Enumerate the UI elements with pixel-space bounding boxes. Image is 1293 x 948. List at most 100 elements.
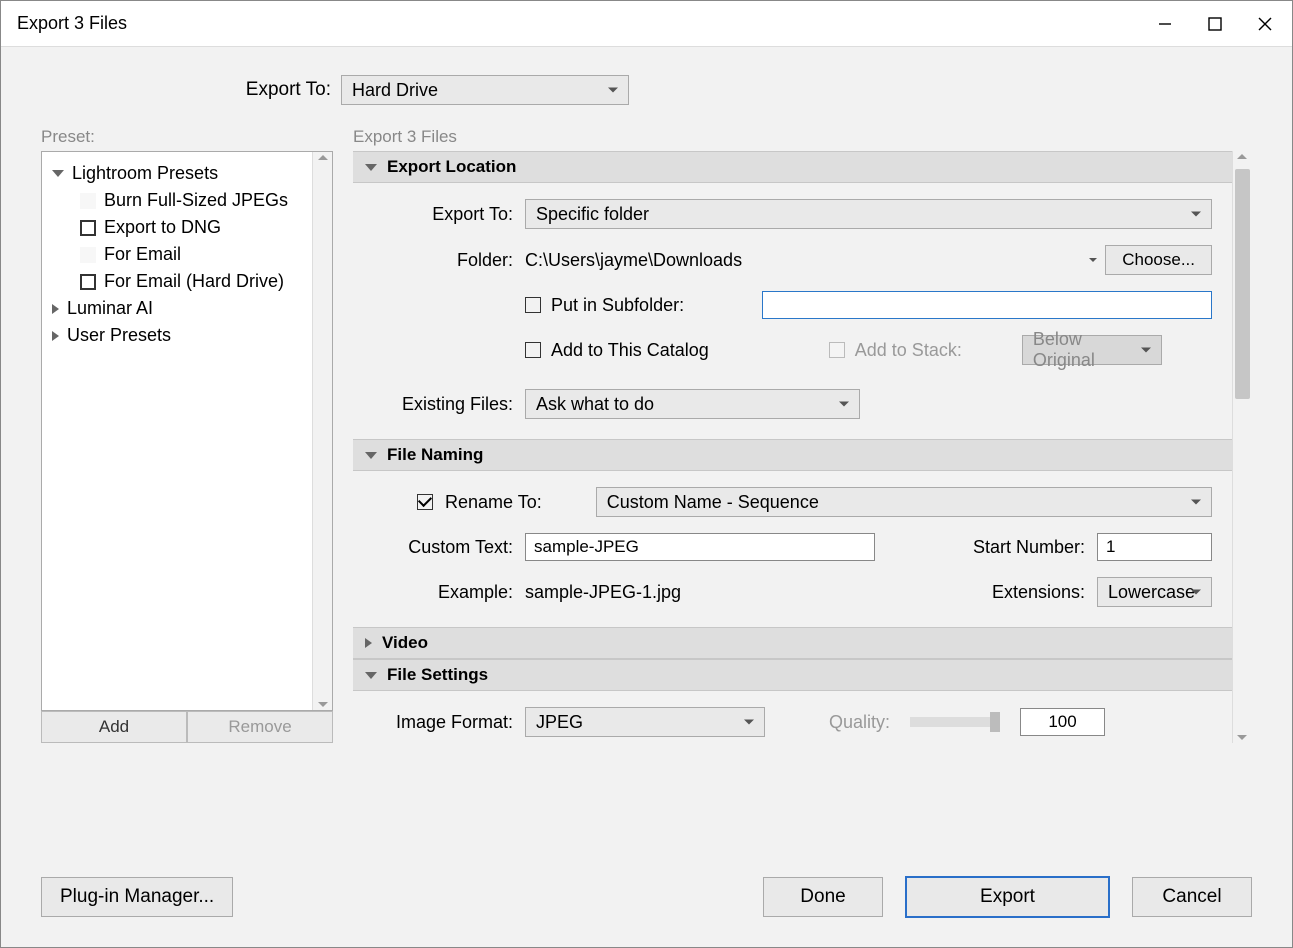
slider-handle[interactable]	[990, 712, 1000, 732]
scroll-up-icon	[318, 155, 328, 160]
preset-item-burn-jpegs[interactable]: Burn Full-Sized JPEGs	[46, 187, 308, 214]
quality-input[interactable]	[1020, 708, 1105, 736]
example-value: sample-JPEG-1.jpg	[525, 582, 980, 603]
settings-column: Export 3 Files Export Location Export To…	[353, 127, 1252, 743]
export-destination-row: Export To: Hard Drive	[1, 47, 1292, 127]
scroll-thumb[interactable]	[1235, 169, 1250, 399]
start-number-label: Start Number:	[973, 537, 1085, 558]
disclosure-expanded-icon	[365, 672, 377, 679]
scroll-down-icon	[1237, 735, 1247, 740]
titlebar: Export 3 Files	[1, 1, 1292, 47]
panel-header-export-location[interactable]: Export Location	[353, 151, 1232, 183]
preset-checkbox[interactable]	[80, 247, 96, 263]
custom-text-input[interactable]	[525, 533, 875, 561]
add-to-catalog-label: Add to This Catalog	[551, 340, 709, 361]
panel-body-export-location: Export To: Specific folder Folder: C:\Us…	[353, 183, 1232, 439]
export-button[interactable]: Export	[905, 876, 1110, 918]
disclosure-expanded-icon	[365, 164, 377, 171]
export-to-select[interactable]: Hard Drive	[341, 75, 629, 105]
dialog-footer: Plug-in Manager... Done Export Cancel	[1, 867, 1292, 947]
preset-tree: Lightroom Presets Burn Full-Sized JPEGs …	[42, 152, 312, 710]
chevron-down-icon	[744, 720, 754, 725]
chevron-down-icon	[1191, 590, 1201, 595]
preset-category-luminar[interactable]: Luminar AI	[46, 295, 308, 322]
file-count: Export 3 Files	[353, 127, 1252, 147]
export-to-label: Export To:	[41, 79, 331, 101]
example-label: Example:	[373, 582, 513, 603]
extensions-select[interactable]: Lowercase	[1097, 577, 1212, 607]
export-dialog: Export 3 Files Export To: Hard Drive Pre…	[0, 0, 1293, 948]
panel-header-file-naming[interactable]: File Naming	[353, 439, 1232, 471]
chevron-down-icon	[839, 402, 849, 407]
disclosure-collapsed-icon	[52, 304, 59, 314]
scroll-up-icon	[1237, 154, 1247, 159]
preset-column: Preset: Lightroom Presets Burn Full-Size…	[41, 127, 333, 743]
settings-panels-wrap: Export Location Export To: Specific fold…	[353, 151, 1252, 743]
panel-header-file-settings[interactable]: File Settings	[353, 659, 1232, 691]
add-to-stack-checkbox	[829, 342, 845, 358]
subfolder-name-input[interactable]	[762, 291, 1212, 319]
cancel-button[interactable]: Cancel	[1132, 877, 1252, 917]
chevron-down-icon	[1141, 348, 1151, 353]
existing-files-label: Existing Files:	[373, 394, 513, 415]
quality-label: Quality:	[829, 712, 890, 733]
preset-checkbox[interactable]	[80, 220, 96, 236]
panel-body-file-naming: Rename To: Custom Name - Sequence Custom…	[353, 471, 1232, 627]
remove-preset-button[interactable]: Remove	[187, 711, 333, 743]
choose-folder-button[interactable]: Choose...	[1105, 245, 1212, 275]
preset-checkbox[interactable]	[80, 193, 96, 209]
settings-panels: Export Location Export To: Specific fold…	[353, 151, 1232, 743]
add-preset-button[interactable]: Add	[41, 711, 187, 743]
start-number-input[interactable]	[1097, 533, 1212, 561]
settings-scrollbar[interactable]	[1232, 151, 1252, 743]
maximize-button[interactable]	[1204, 13, 1226, 35]
extensions-label: Extensions:	[992, 582, 1085, 603]
quality-slider[interactable]	[910, 717, 1000, 727]
preset-listbox: Lightroom Presets Burn Full-Sized JPEGs …	[41, 151, 333, 711]
minimize-button[interactable]	[1154, 13, 1176, 35]
custom-text-label: Custom Text:	[373, 537, 513, 558]
chevron-down-icon	[1191, 500, 1201, 505]
image-format-label: Image Format:	[373, 712, 513, 733]
panel-header-video[interactable]: Video	[353, 627, 1232, 659]
disclosure-collapsed-icon	[365, 638, 372, 648]
disclosure-collapsed-icon	[52, 331, 59, 341]
chevron-down-icon	[1191, 212, 1201, 217]
preset-checkbox[interactable]	[80, 274, 96, 290]
close-button[interactable]	[1254, 13, 1276, 35]
preset-scrollbar[interactable]	[312, 152, 332, 710]
midsection: Preset: Lightroom Presets Burn Full-Size…	[1, 127, 1292, 743]
disclosure-expanded-icon	[52, 170, 64, 177]
plugin-manager-button[interactable]: Plug-in Manager...	[41, 877, 233, 917]
preset-category-lightroom[interactable]: Lightroom Presets	[46, 160, 308, 187]
put-in-subfolder-checkbox[interactable]	[525, 297, 541, 313]
stack-position-select: Below Original	[1022, 335, 1162, 365]
folder-path: C:\Users\jayme\Downloads	[525, 250, 1081, 271]
preset-category-user[interactable]: User Presets	[46, 322, 308, 349]
preset-item-for-email[interactable]: For Email	[46, 241, 308, 268]
image-format-select[interactable]: JPEG	[525, 707, 765, 737]
put-in-subfolder-label: Put in Subfolder:	[551, 295, 684, 316]
add-to-catalog-checkbox[interactable]	[525, 342, 541, 358]
rename-to-checkbox[interactable]	[417, 494, 433, 510]
recent-folders-dropdown[interactable]	[1089, 258, 1097, 262]
chevron-down-icon	[608, 88, 618, 93]
disclosure-expanded-icon	[365, 452, 377, 459]
export-to-folder-select[interactable]: Specific folder	[525, 199, 1212, 229]
existing-files-select[interactable]: Ask what to do	[525, 389, 860, 419]
window-title: Export 3 Files	[17, 13, 1154, 34]
panel-body-file-settings: Image Format: JPEG Quality:	[353, 691, 1232, 737]
add-to-stack-label: Add to Stack:	[855, 340, 962, 361]
preset-item-for-email-hd[interactable]: For Email (Hard Drive)	[46, 268, 308, 295]
scroll-down-icon	[318, 702, 328, 707]
preset-actions: Add Remove	[41, 711, 333, 743]
rename-to-label: Rename To:	[445, 492, 542, 513]
export-to-value: Hard Drive	[352, 80, 438, 101]
export-to-label: Export To:	[373, 204, 513, 225]
folder-label: Folder:	[373, 250, 513, 271]
naming-scheme-select[interactable]: Custom Name - Sequence	[596, 487, 1212, 517]
preset-heading: Preset:	[41, 127, 333, 147]
preset-item-export-dng[interactable]: Export to DNG	[46, 214, 308, 241]
done-button[interactable]: Done	[763, 877, 883, 917]
window-controls	[1154, 13, 1276, 35]
